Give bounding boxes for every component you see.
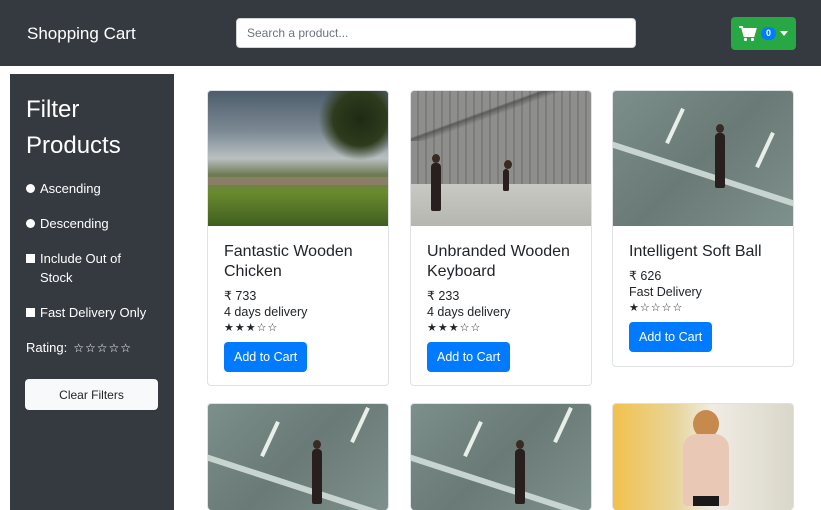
product-delivery: 4 days delivery bbox=[224, 305, 308, 319]
product-card: Fantastic Wooden Chicken ₹ 733 4 days de… bbox=[207, 90, 389, 386]
clear-filters-button[interactable]: Clear Filters bbox=[25, 379, 158, 410]
product-rating: ★★★☆☆ bbox=[427, 322, 482, 334]
rating-label: Rating: bbox=[26, 340, 68, 355]
caret-down-icon bbox=[780, 31, 788, 36]
sort-descending-option[interactable]: Descending bbox=[26, 214, 109, 233]
product-image bbox=[613, 404, 793, 510]
product-card bbox=[207, 403, 389, 510]
product-price: ₹ 233 bbox=[427, 289, 460, 303]
descending-label: Descending bbox=[40, 216, 109, 231]
product-card bbox=[410, 403, 592, 510]
radio-ascending[interactable] bbox=[26, 184, 35, 193]
product-price: ₹ 626 bbox=[629, 269, 662, 283]
product-image bbox=[208, 404, 388, 510]
product-card bbox=[612, 403, 794, 510]
rating-filter: Rating: ☆☆☆☆☆ bbox=[26, 340, 132, 355]
checkbox-fast-delivery[interactable] bbox=[26, 308, 35, 317]
product-name: Unbranded Wooden Keyboard bbox=[427, 243, 570, 280]
cart-dropdown-button[interactable]: 0 bbox=[731, 17, 796, 50]
out-of-stock-label: Include Out of Stock bbox=[40, 251, 121, 285]
sort-ascending-option[interactable]: Ascending bbox=[26, 179, 101, 198]
product-rating: ★★★☆☆ bbox=[224, 322, 279, 334]
radio-descending[interactable] bbox=[26, 219, 35, 228]
add-to-cart-button[interactable]: Add to Cart bbox=[427, 342, 511, 372]
navbar: Shopping Cart 0 bbox=[0, 0, 821, 66]
out-of-stock-option[interactable]: Include Out of Stock bbox=[26, 249, 136, 287]
product-name: Fantastic Wooden Chicken bbox=[224, 243, 353, 280]
filter-title: Filter Products bbox=[26, 96, 121, 159]
filter-sidebar: Filter Products Ascending Descending Inc… bbox=[10, 74, 174, 510]
product-image bbox=[411, 91, 591, 226]
shopping-cart-icon bbox=[738, 25, 757, 41]
add-to-cart-button[interactable]: Add to Cart bbox=[629, 322, 713, 352]
product-image bbox=[208, 91, 388, 226]
cart-count-badge: 0 bbox=[760, 27, 776, 40]
product-name: Intelligent Soft Ball bbox=[629, 243, 762, 260]
product-card: Unbranded Wooden Keyboard ₹ 233 4 days d… bbox=[410, 90, 592, 386]
product-image bbox=[613, 91, 793, 226]
ascending-label: Ascending bbox=[40, 181, 101, 196]
product-price: ₹ 733 bbox=[224, 289, 257, 303]
add-to-cart-button[interactable]: Add to Cart bbox=[224, 342, 308, 372]
checkbox-out-of-stock[interactable] bbox=[26, 254, 35, 263]
product-card: Intelligent Soft Ball ₹ 626 Fast Deliver… bbox=[612, 90, 794, 367]
product-delivery: 4 days delivery bbox=[427, 305, 511, 319]
product-delivery: Fast Delivery bbox=[629, 285, 702, 299]
fast-delivery-label: Fast Delivery Only bbox=[40, 305, 147, 320]
rating-stars[interactable]: ☆☆☆☆☆ bbox=[73, 341, 132, 355]
brand-title[interactable]: Shopping Cart bbox=[27, 24, 136, 44]
search-input[interactable] bbox=[236, 18, 636, 48]
product-rating: ★☆☆☆☆ bbox=[629, 302, 684, 314]
fast-delivery-option[interactable]: Fast Delivery Only bbox=[26, 303, 146, 322]
product-image bbox=[411, 404, 591, 510]
